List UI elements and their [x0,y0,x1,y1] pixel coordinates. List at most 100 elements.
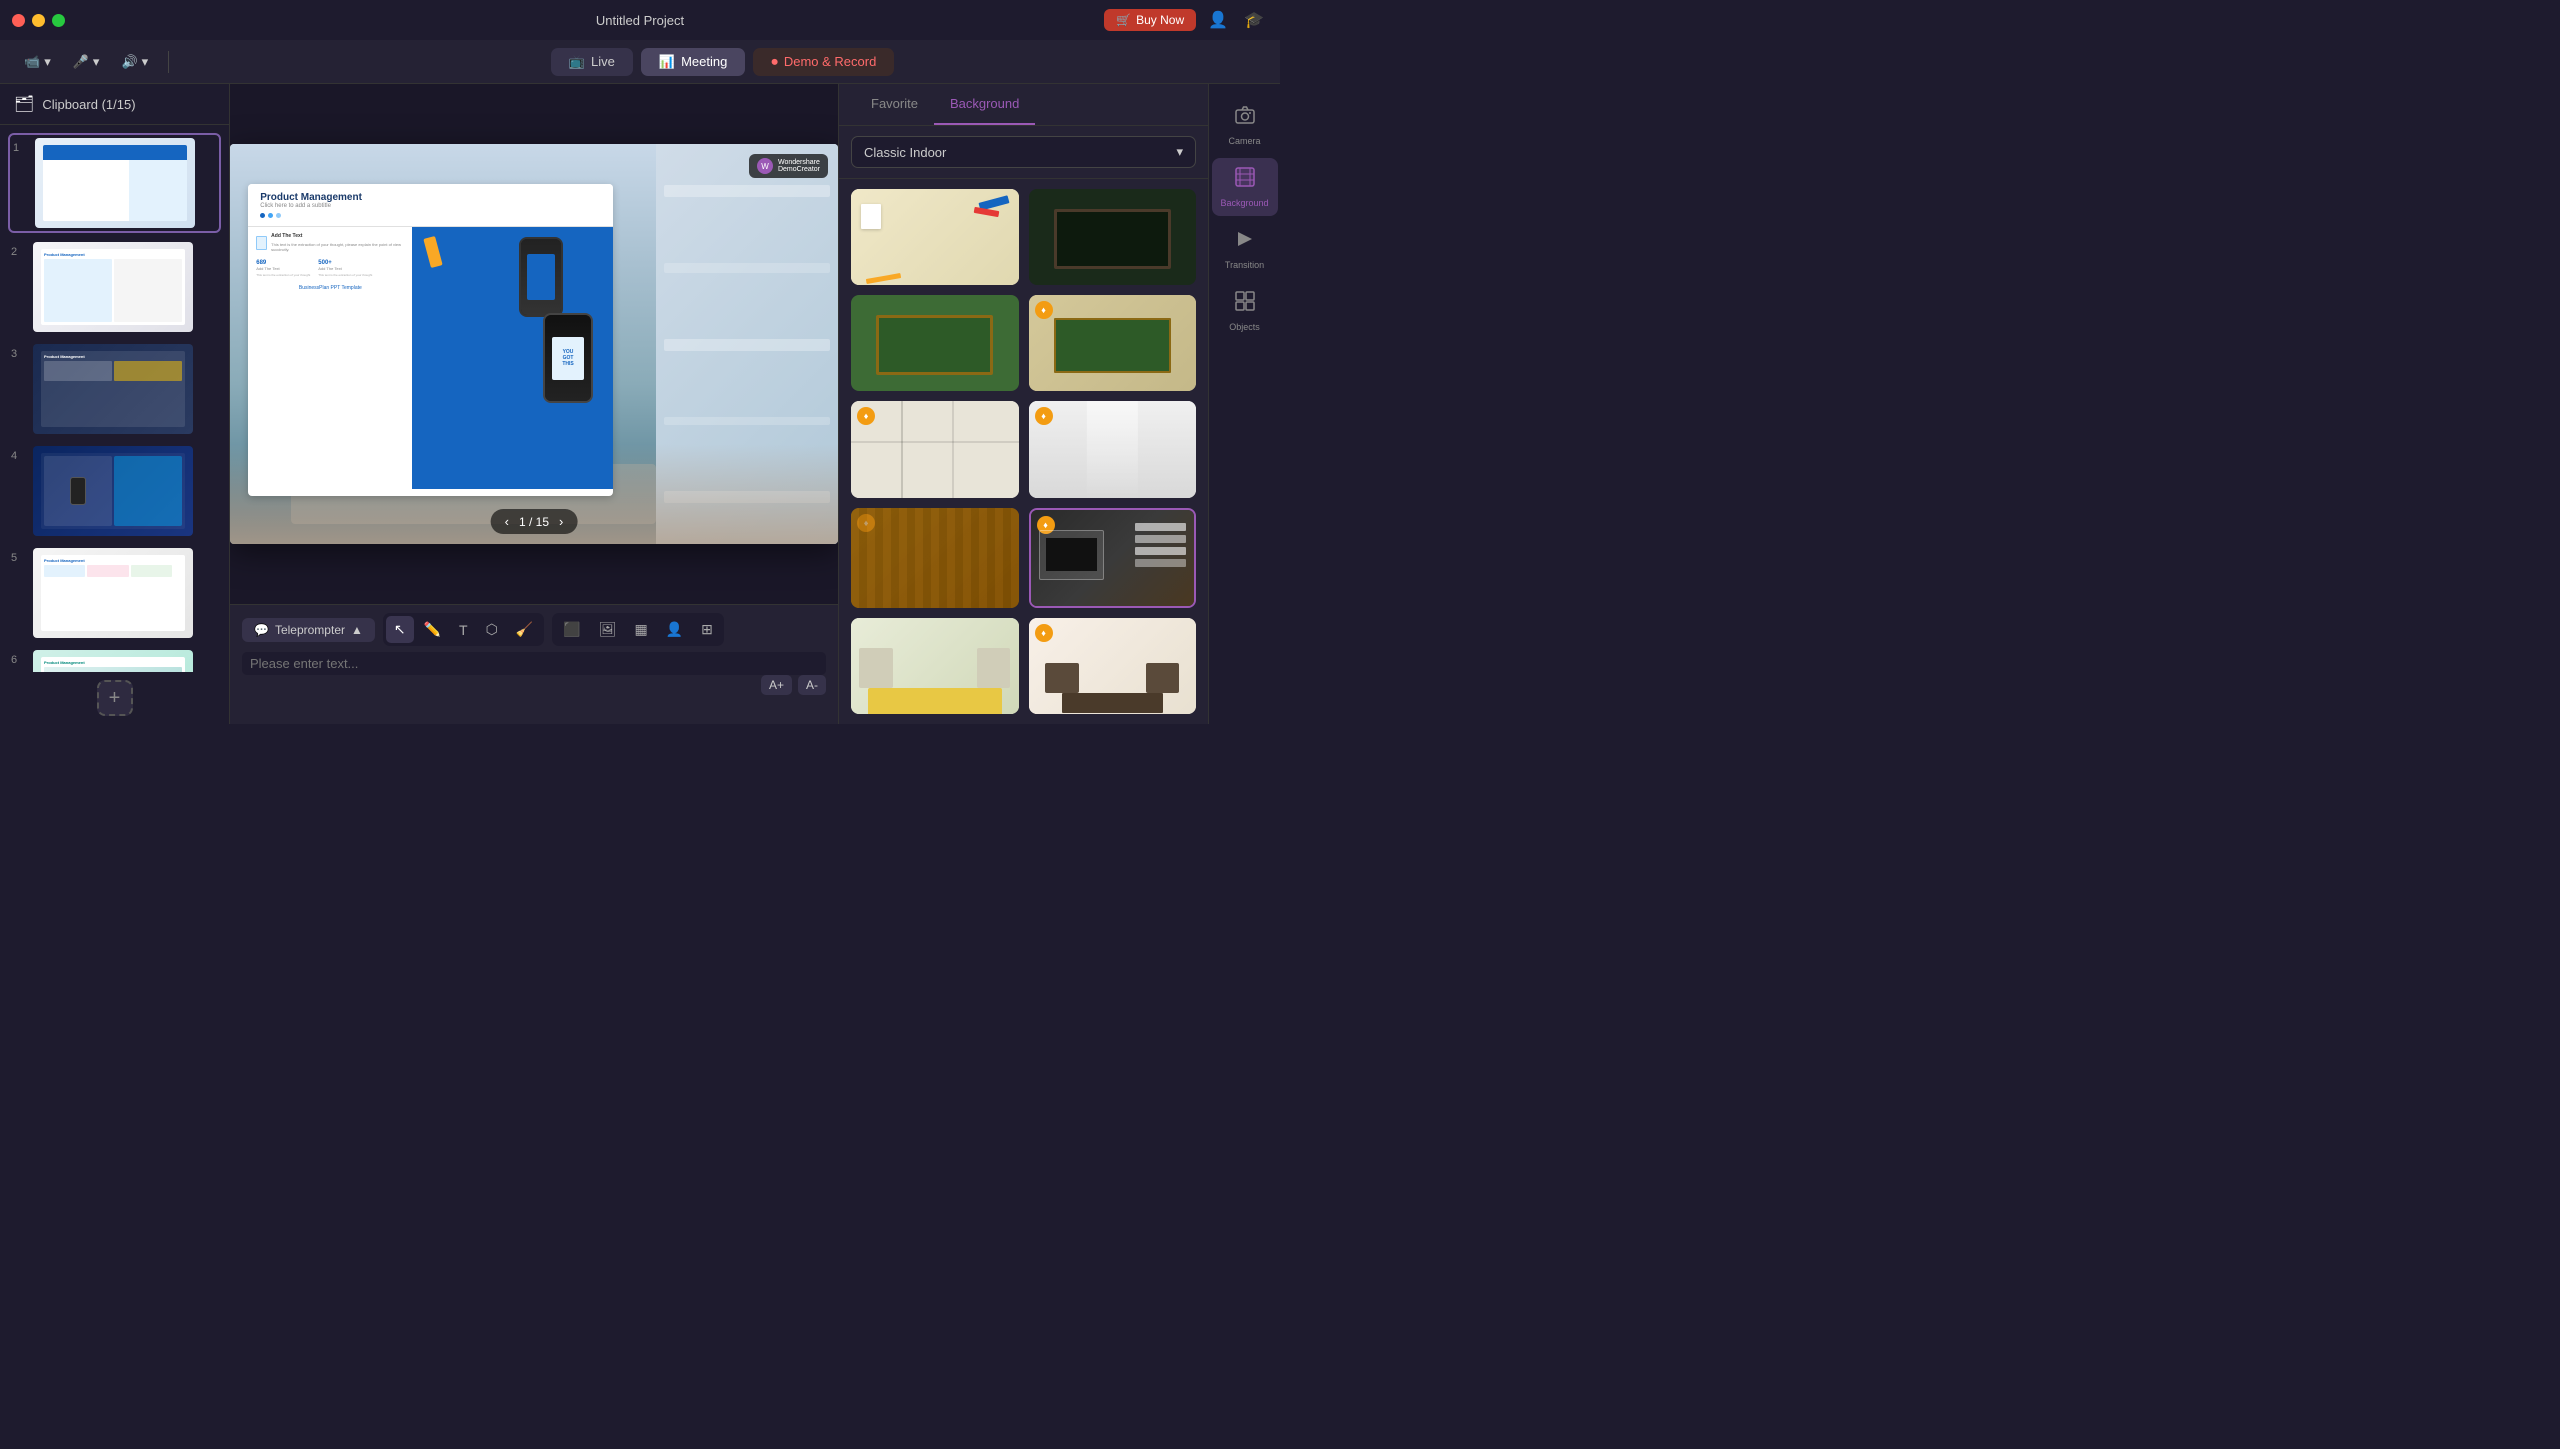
chevron-icon: ▾ [44,54,51,70]
premium-badge: ♦ [1035,407,1053,425]
slides-title: Clipboard (1/15) [42,97,135,112]
slide-item[interactable]: 6 Product Management [8,647,221,672]
teleprompter-button[interactable]: 💬 Teleprompter ▲ [242,618,375,642]
chevron-up-icon: ▲ [351,623,363,637]
pen-icon: ✏️ [424,621,441,638]
bg-dining-room[interactable]: ♦ Dining Room [1029,618,1197,714]
teleprompter-row: 💬 Teleprompter ▲ ↖ ✏️ T ⬡ [242,613,826,646]
more-btn[interactable]: ⊞ [693,616,721,643]
bg-green-chalkboard[interactable]: Green Chalkboard [851,295,1019,391]
bg-thumb-classroom: ♦ [1029,295,1197,391]
camera-group: 📹 ▾ 🎤 ▾ 🔊 ▾ [16,50,156,74]
person-icon: 👤 [666,621,683,638]
close-btn[interactable] [12,14,25,27]
logo-icon: W [757,158,773,174]
live-icon: 📺 [569,54,585,70]
layout-btn[interactable]: ▦ [627,616,656,643]
cart-icon: 🛒 [1116,13,1131,27]
person-btn[interactable]: 👤 [658,616,691,643]
objects-sidebar-btn[interactable]: Objects [1212,282,1278,340]
next-slide-btn[interactable]: › [559,514,563,529]
text-icon: T [459,622,468,638]
stat1-sub: This text is the extraction of your thou… [256,273,310,277]
pen-tool-btn[interactable]: ✏️ [416,616,449,643]
bg-old-library[interactable]: ♦ Old Library [851,508,1019,608]
add-slide-button[interactable]: + [97,680,133,716]
cursor-icon: ↖ [394,621,406,638]
slide-number: 3 [11,344,25,360]
canvas-frame: Product Management Click here to add a s… [230,144,838,544]
minimize-btn[interactable] [32,14,45,27]
right-panel: Favorite Background Classic Indoor ▾ [838,84,1208,724]
slide-thumbnail: Product Management [33,548,193,638]
slide-thumbnail [35,138,195,228]
graduation-icon-btn[interactable]: 🎓 [1240,6,1268,34]
slide-item[interactable]: 1 [8,133,221,233]
maximize-btn[interactable] [52,14,65,27]
bg-window-shadow[interactable]: ♦ Window Shadow [851,401,1019,497]
slide-counter: 1 / 15 [519,515,549,529]
bg-school-supplies[interactable]: School Supplies [851,189,1019,285]
select-tool-btn[interactable]: ↖ [386,616,414,643]
chevron-icon: ▾ [142,54,149,70]
canvas-navigation: ‹ 1 / 15 › [491,509,578,534]
screen-capture-btn[interactable]: ⬛ [555,616,588,643]
slide-subtitle: Click here to add a subtitle [260,203,601,209]
bg-white-hallway[interactable]: ♦ White Hallway [1029,401,1197,497]
phone-mockup-back [519,237,563,317]
background-sidebar-icon [1234,166,1256,194]
camera-sidebar-btn[interactable]: Camera [1212,96,1278,154]
record-icon: ⏺ [771,54,778,70]
bg-modern-classroom[interactable]: ♦ Modern Classroom [1029,295,1197,391]
slide-header: Product Management Click here to add a s… [248,184,613,227]
bg-thumb-hallway: ♦ [1029,401,1197,497]
stat2-label: Add The Text [318,266,372,271]
slides-header: 🗂 Clipboard (1/15) [0,84,229,125]
background-sidebar-btn[interactable]: Background [1212,158,1278,216]
tab-favorite[interactable]: Favorite [855,84,934,125]
shape-tool-btn[interactable]: ⬡ [478,616,506,643]
bg-black-chalkboard[interactable]: Black Chalkboard [1029,189,1197,285]
chevron-icon: ▾ [93,54,100,70]
text-tool-btn[interactable]: T [451,616,476,643]
titlebar: Untitled Project 🛒 Buy Now 👤 🎓 [0,0,1280,40]
live-button[interactable]: 📺 Live [551,48,633,76]
bg-modern-working[interactable]: ♦ Modern Working D. [1029,508,1197,608]
background-grid: School Supplies Black Chalkboard G [839,179,1208,724]
tab-background[interactable]: Background [934,84,1035,125]
logo-overlay: W WondershareDemoCreator [749,154,828,178]
buy-now-button[interactable]: 🛒 Buy Now [1104,9,1196,31]
prev-slide-btn[interactable]: ‹ [505,514,509,529]
bg-meeting-room[interactable]: Meeting Room [851,618,1019,714]
font-decrease-btn[interactable]: A- [798,675,826,695]
image-btn[interactable]: 🖼 [591,616,625,643]
top-toolbar: 📹 ▾ 🎤 ▾ 🔊 ▾ 📺 Live 📊 Meeting ⏺ Demo & Re… [0,40,1280,84]
demo-record-button[interactable]: ⏺ Demo & Record [753,48,894,76]
titlebar-right: 🛒 Buy Now 👤 🎓 [1104,6,1268,34]
dropdown-row: Classic Indoor ▾ [839,126,1208,179]
speaker-btn[interactable]: 🔊 ▾ [113,50,156,74]
slide-right: YOUGOTTHIS [412,227,613,489]
add-text-sub: This text is the extraction of your thou… [271,242,404,252]
slide-title: Product Management [260,192,601,203]
slide-item[interactable]: 5 Product Management [8,545,221,641]
camera-sidebar-icon [1234,104,1256,132]
mic-btn[interactable]: 🎤 ▾ [65,50,108,74]
eraser-tool-btn[interactable]: 🧹 [508,616,541,643]
slide-content: Product Management Click here to add a s… [248,184,613,496]
category-dropdown[interactable]: Classic Indoor ▾ [851,136,1196,168]
slide-item[interactable]: 2 Product Management [8,239,221,335]
user-icon-btn[interactable]: 👤 [1204,6,1232,34]
font-increase-btn[interactable]: A+ [761,675,792,695]
slides-panel: 🗂 Clipboard (1/15) 1 [0,84,230,724]
camera-btn[interactable]: 📹 ▾ [16,50,59,74]
bg-thumb-dining: ♦ [1029,618,1197,714]
slide-item[interactable]: 4 [8,443,221,539]
teleprompter-input[interactable] [242,652,826,675]
slide-left: Add The Text This text is the extraction… [248,227,412,489]
slide-item[interactable]: 3 Product Management [8,341,221,437]
slide-stats: 689 Add The Text This text is the extrac… [256,260,404,277]
meeting-button[interactable]: 📊 Meeting [641,48,745,76]
transition-sidebar-btn[interactable]: Transition [1212,220,1278,278]
canvas-area: Product Management Click here to add a s… [230,84,838,724]
